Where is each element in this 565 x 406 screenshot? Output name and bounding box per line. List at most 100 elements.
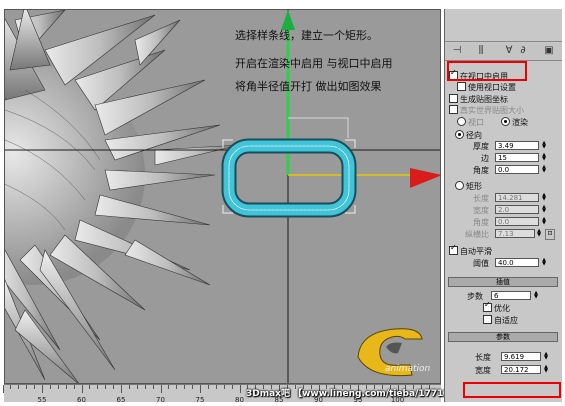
ruler-tick — [113, 385, 115, 389]
ruler-tick — [207, 385, 209, 389]
angle-input[interactable]: 0.0 — [495, 165, 539, 174]
ruler-tick — [128, 385, 130, 389]
ruler-tick — [34, 385, 36, 389]
use-viewport-settings-checkbox[interactable]: 使用视口设置 — [457, 82, 516, 93]
rect-angle-input[interactable]: 0.0 — [495, 217, 539, 226]
app-window: 选择样条线，建立一个矩形。 开启在渲染中启用 与视口中启用 将角半径值开打 做出… — [0, 0, 565, 406]
ruler-tick — [49, 385, 51, 389]
rect-width-label: 宽度 — [473, 206, 489, 215]
ruler-tick — [176, 385, 178, 389]
param-width-spinner[interactable]: ▲ ▼ — [543, 365, 549, 374]
caption-line-2: 开启在渲染中启用 与视口中启用 — [235, 57, 393, 70]
adaptive-checkbox[interactable]: 自适应 — [483, 315, 518, 326]
watermark-text: 3Dmax吧 【www.lineng.com/tieba/17717】 — [246, 389, 459, 399]
ruler-tick — [89, 385, 91, 389]
ruler-tick — [144, 385, 146, 389]
ruler-tick — [239, 385, 241, 393]
thickness-label: 厚度 — [473, 142, 489, 151]
param-length-label: 长度 — [475, 353, 491, 362]
steps-input[interactable]: 6 — [491, 291, 531, 300]
ruler-tick — [10, 385, 12, 389]
sides-spinner[interactable]: ▲ ▼ — [541, 153, 547, 162]
ruler-tick — [136, 385, 138, 389]
aspect-spinner[interactable]: ▲ ▼ — [536, 229, 542, 238]
sides-input[interactable]: 15 — [495, 153, 539, 162]
ruler-tick — [152, 385, 154, 389]
threshold-spinner[interactable]: ▲ ▼ — [541, 258, 547, 267]
ruler-label: 55 — [37, 396, 47, 404]
param-length-spinner[interactable]: ▲ ▼ — [543, 352, 549, 361]
rect-length-label: 长度 — [473, 194, 489, 203]
optimize-checkbox[interactable]: 优化 — [483, 300, 510, 314]
radial-radio[interactable]: 径向 — [455, 130, 482, 141]
angle-spinner[interactable]: ▲ ▼ — [541, 165, 547, 174]
highlight-corner-radius — [463, 382, 561, 398]
ruler-tick — [200, 385, 201, 393]
highlight-enable-viewport — [447, 61, 527, 81]
rect-length-input[interactable]: 14.281 — [495, 193, 539, 202]
sides-label: 边 — [481, 154, 489, 163]
steps-spinner[interactable]: ▲ ▼ — [533, 291, 539, 300]
aspect-label: 纵横比 — [465, 230, 489, 239]
ruler-tick — [18, 385, 20, 389]
ruler-tick — [231, 385, 233, 389]
rect-width-spinner[interactable]: ▲ ▼ — [541, 205, 547, 214]
ruler-tick — [81, 385, 83, 393]
steps-label: 步数 — [467, 292, 483, 301]
ruler-tick — [105, 385, 107, 389]
rectangular-radio[interactable]: 矩形 — [455, 181, 482, 192]
object-name-area — [445, 9, 562, 42]
caption-line-1: 选择样条线，建立一个矩形。 — [235, 29, 378, 42]
param-length-input[interactable]: 9.619 — [501, 352, 541, 361]
ruler-tick — [57, 385, 59, 389]
ruler-label: 80 — [235, 396, 244, 404]
aspect-input[interactable]: 7.13 — [495, 229, 535, 238]
threshold-label: 阈值 — [473, 259, 489, 268]
ruler-tick — [192, 385, 194, 389]
thickness-input[interactable]: 3.49 — [495, 141, 539, 150]
interpolation-rollout[interactable]: 插值 — [448, 277, 558, 287]
configure-icon[interactable]: ▣ — [543, 45, 555, 57]
ruler-tick — [168, 385, 170, 389]
thickness-spinner[interactable]: ▲ ▼ — [541, 141, 547, 150]
ruler-label: 70 — [156, 396, 165, 404]
parameters-rollout[interactable]: 参数 — [448, 332, 558, 342]
logo-text: animation — [385, 364, 431, 374]
graph-icon[interactable]: ∀ — [503, 45, 515, 57]
rect-width-input[interactable]: 2.0 — [495, 205, 539, 214]
ruler-tick — [215, 385, 217, 389]
perspective-viewport[interactable]: 选择样条线，建立一个矩形。 开启在渲染中启用 与视口中启用 将角半径值开打 做出… — [4, 9, 441, 384]
auto-smooth-checkbox[interactable]: 自动平滑 — [449, 243, 492, 257]
angle-label: 角度 — [473, 166, 489, 175]
render-radio[interactable]: 渲染 — [501, 117, 528, 128]
param-width-input[interactable]: 20.172 — [501, 365, 541, 374]
ruler-tick — [73, 385, 75, 389]
viewport-radio[interactable]: 视口 — [457, 117, 484, 128]
ruler-tick — [184, 385, 186, 389]
rect-length-spinner[interactable]: ▲ ▼ — [541, 193, 547, 202]
ruler-label: 65 — [116, 396, 126, 404]
real-world-map-checkbox[interactable]: 真实世界贴图大小 — [449, 105, 524, 116]
rect-angle-label: 角度 — [473, 218, 489, 227]
threshold-input[interactable]: 40.0 — [495, 258, 539, 267]
param-width-label: 宽度 — [475, 366, 491, 375]
ruler-tick — [160, 385, 162, 393]
ruler-tick — [26, 385, 28, 389]
pin-icon[interactable]: ⊣ — [451, 45, 463, 57]
ruler-tick — [223, 385, 225, 389]
ruler-tick — [97, 385, 99, 389]
rect-angle-spinner[interactable]: ▲ ▼ — [541, 217, 547, 226]
remove-modifier-icon[interactable]: ∂ — [517, 45, 529, 57]
ruler-tick — [121, 385, 122, 393]
modifier-toolbar: ⊣ ⫼ ∀ ∂ ▣ — [445, 43, 562, 61]
ruler-tick — [65, 385, 67, 389]
caption-line-3: 将角半径值开打 做出如图效果 — [235, 80, 382, 93]
generate-mapping-checkbox[interactable]: 生成贴图坐标 — [449, 94, 508, 105]
modifier-stack-icon[interactable]: ⫼ — [475, 45, 487, 57]
lock-aspect-icon[interactable]: ⊡ — [545, 229, 555, 240]
x-axis-gizmo-arrow — [410, 168, 440, 188]
ruler-label: 60 — [77, 396, 86, 404]
ruler-tick — [2, 385, 4, 393]
ruler-label: 75 — [195, 396, 205, 404]
ruler-tick — [42, 385, 43, 393]
